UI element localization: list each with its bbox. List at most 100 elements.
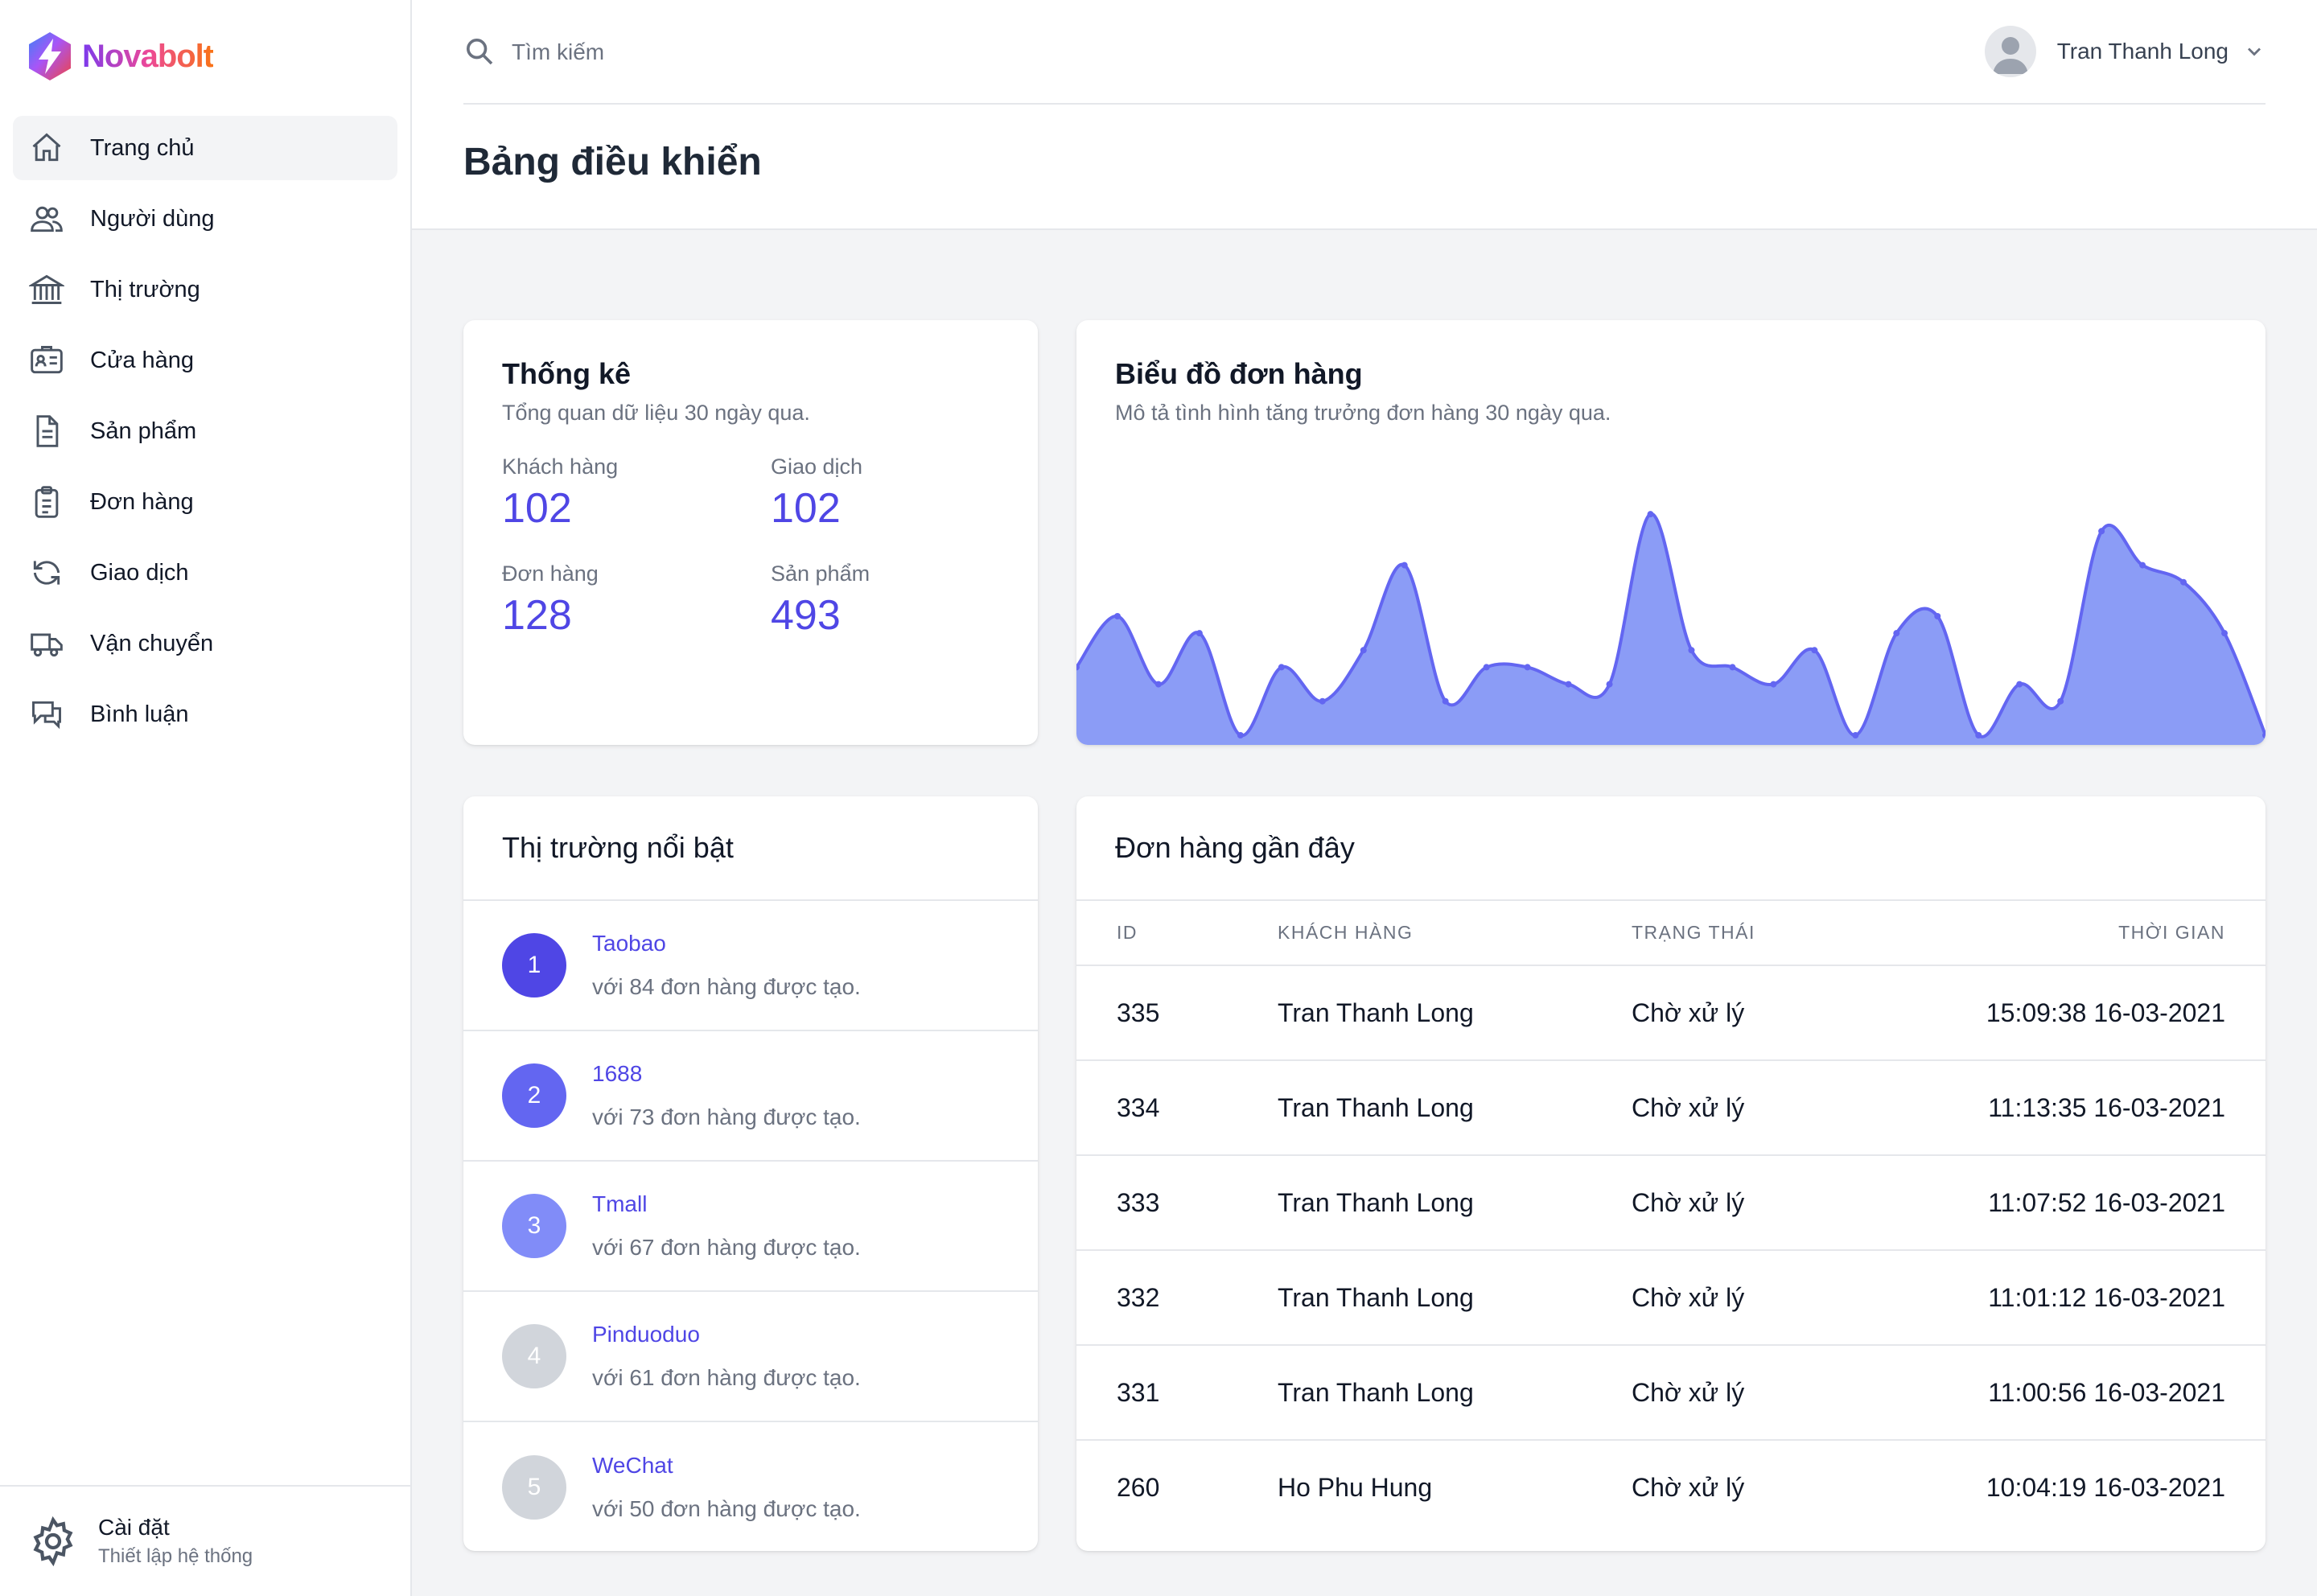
header: Tran Thanh Long Bảng điều khiển (412, 0, 2317, 230)
chart-point[interactable] (1975, 732, 1982, 738)
brand-logo[interactable]: Novabolt (24, 31, 214, 82)
sidebar-item-comments[interactable]: Bình luận (13, 682, 397, 747)
chart-point[interactable] (1237, 732, 1244, 738)
table-row[interactable]: 334 Tran Thanh Long Chờ xử lý 11:13:35 1… (1076, 1060, 2266, 1156)
featured-markets-card: Thị trường nổi bật 1 Taobao với 84 đơn h… (463, 796, 1038, 1551)
column-header-status: TRẠNG THÁI (1632, 901, 1937, 966)
chart-point[interactable] (1524, 664, 1531, 671)
chart-point[interactable] (1647, 511, 1654, 518)
settings-subtitle: Thiết lập hệ thống (98, 1545, 253, 1567)
document-icon (36, 415, 59, 447)
gear-icon (33, 1516, 73, 1567)
order-id: 332 (1076, 1250, 1278, 1346)
market-desc: với 67 đơn hàng được tạo. (592, 1235, 861, 1260)
rank-badge: 1 (502, 933, 566, 998)
sidebar-item-products[interactable]: Sản phẩm (13, 399, 397, 463)
market-name[interactable]: Taobao (592, 931, 861, 956)
chart-point[interactable] (1401, 561, 1408, 569)
chart-point[interactable] (1811, 647, 1818, 654)
chart-point[interactable] (2057, 697, 2064, 705)
brand-name: Novabolt (82, 38, 214, 74)
chart-point[interactable] (1483, 664, 1490, 671)
stats-subtitle: Tổng quan dữ liệu 30 ngày qua. (502, 401, 810, 425)
chart-point[interactable] (2016, 681, 2023, 688)
sidebar-item-shipping[interactable]: Vận chuyển (13, 611, 397, 676)
chart-subtitle: Mô tả tình hình tăng trưởng đơn hàng 30 … (1115, 401, 1611, 425)
table-row[interactable]: 332 Tran Thanh Long Chờ xử lý 11:01:12 1… (1076, 1250, 2266, 1346)
sidebar-item-stores[interactable]: Cửa hàng (13, 328, 397, 393)
chart-point[interactable] (1319, 697, 1326, 705)
sidebar-item-markets[interactable]: Thị trường (13, 257, 397, 322)
settings-link[interactable]: Cài đặt Thiết lập hệ thống (0, 1485, 410, 1596)
chart-point[interactable] (1852, 732, 1859, 738)
refresh-icon (33, 561, 60, 585)
order-customer: Tran Thanh Long (1278, 1060, 1632, 1156)
sidebar-item-transactions[interactable]: Giao dịch (13, 541, 397, 605)
sidebar-item-label: Bình luận (90, 701, 189, 727)
order-customer: Tran Thanh Long (1278, 1250, 1632, 1346)
market-name[interactable]: Tmall (592, 1191, 861, 1217)
search-input[interactable] (512, 32, 994, 72)
chart-point[interactable] (1360, 647, 1367, 654)
sidebar-item-label: Đơn hàng (90, 488, 194, 515)
chart-point[interactable] (1278, 664, 1285, 671)
stat-orders: Đơn hàng 128 (502, 561, 771, 640)
chart-point[interactable] (1770, 681, 1777, 688)
sidebar-item-label: Người dùng (90, 205, 215, 232)
table-header-row: ID KHÁCH HÀNG TRẠNG THÁI THỜI GIAN (1076, 901, 2266, 966)
chart-point[interactable] (1565, 681, 1572, 688)
chart-point[interactable] (1113, 613, 1121, 619)
sidebar: Novabolt Trang chủ Người dùng Thị trường… (0, 0, 412, 1596)
table-row[interactable]: 260 Ho Phu Hung Chờ xử lý 10:04:19 16-03… (1076, 1440, 2266, 1535)
chart-title: Biểu đồ đơn hàng (1115, 357, 1363, 390)
order-id: 260 (1117, 1473, 1160, 1502)
order-customer: Tran Thanh Long (1278, 1155, 1632, 1251)
avatar (1984, 26, 2036, 77)
rank-badge: 3 (502, 1194, 566, 1258)
market-name[interactable]: WeChat (592, 1453, 861, 1479)
table-row[interactable]: 335 Tran Thanh Long Chờ xử lý 15:09:38 1… (1076, 965, 2266, 1061)
chart-point[interactable] (1196, 630, 1203, 637)
chart-point[interactable] (2098, 528, 2105, 535)
stat-label: Đơn hàng (502, 561, 599, 586)
chart-point[interactable] (1154, 681, 1162, 688)
order-id: 334 (1076, 1060, 1278, 1156)
order-status: Chờ xử lý (1632, 1250, 1937, 1346)
market-item[interactable]: 2 1688 với 73 đơn hàng được tạo. (463, 1031, 1038, 1162)
chart-point[interactable] (2221, 630, 2229, 637)
market-item[interactable]: 5 WeChat với 50 đơn hàng được tạo. (463, 1422, 1038, 1551)
sidebar-item-label: Thị trường (90, 276, 200, 302)
market-item[interactable]: 3 Tmall với 67 đơn hàng được tạo. (463, 1162, 1038, 1292)
order-customer: Tran Thanh Long (1278, 965, 1632, 1061)
rank-badge: 4 (502, 1324, 566, 1388)
user-menu[interactable]: Tran Thanh Long (1984, 23, 2266, 80)
market-name[interactable]: 1688 (592, 1061, 861, 1087)
chart-point[interactable] (1442, 697, 1449, 705)
sidebar-item-users[interactable]: Người dùng (13, 187, 397, 251)
market-item[interactable]: 1 Taobao với 84 đơn hàng được tạo. (463, 901, 1038, 1031)
order-time: 15:09:38 16-03-2021 (1937, 965, 2266, 1061)
chart-point[interactable] (2139, 561, 2146, 569)
id-card-icon (31, 346, 63, 374)
users-icon (31, 206, 63, 232)
stat-value: 493 (771, 592, 841, 639)
stat-products: Sản phẩm 493 (771, 561, 1012, 640)
chart-point[interactable] (1729, 664, 1736, 671)
chart-point[interactable] (1606, 681, 1613, 688)
chevron-down-icon (2248, 47, 2261, 56)
chart-point[interactable] (1893, 630, 1900, 637)
table-row[interactable]: 331 Tran Thanh Long Chờ xử lý 11:00:56 1… (1076, 1345, 2266, 1441)
market-item[interactable]: 4 Pinduoduo với 61 đơn hàng được tạo. (463, 1292, 1038, 1422)
sidebar-item-home[interactable]: Trang chủ (13, 116, 397, 180)
order-time: 11:07:52 16-03-2021 (1937, 1155, 2266, 1251)
order-status: Chờ xử lý (1632, 1473, 1745, 1502)
market-name[interactable]: Pinduoduo (592, 1322, 861, 1347)
chart-point[interactable] (2180, 578, 2187, 586)
column-header-customer: KHÁCH HÀNG (1278, 901, 1632, 966)
chart-point[interactable] (1934, 613, 1941, 619)
chart-point[interactable] (1688, 647, 1695, 654)
sidebar-item-label: Cửa hàng (90, 347, 195, 373)
order-id: 335 (1076, 965, 1278, 1061)
sidebar-item-orders[interactable]: Đơn hàng (13, 470, 397, 534)
table-row[interactable]: 333 Tran Thanh Long Chờ xử lý 11:07:52 1… (1076, 1155, 2266, 1251)
